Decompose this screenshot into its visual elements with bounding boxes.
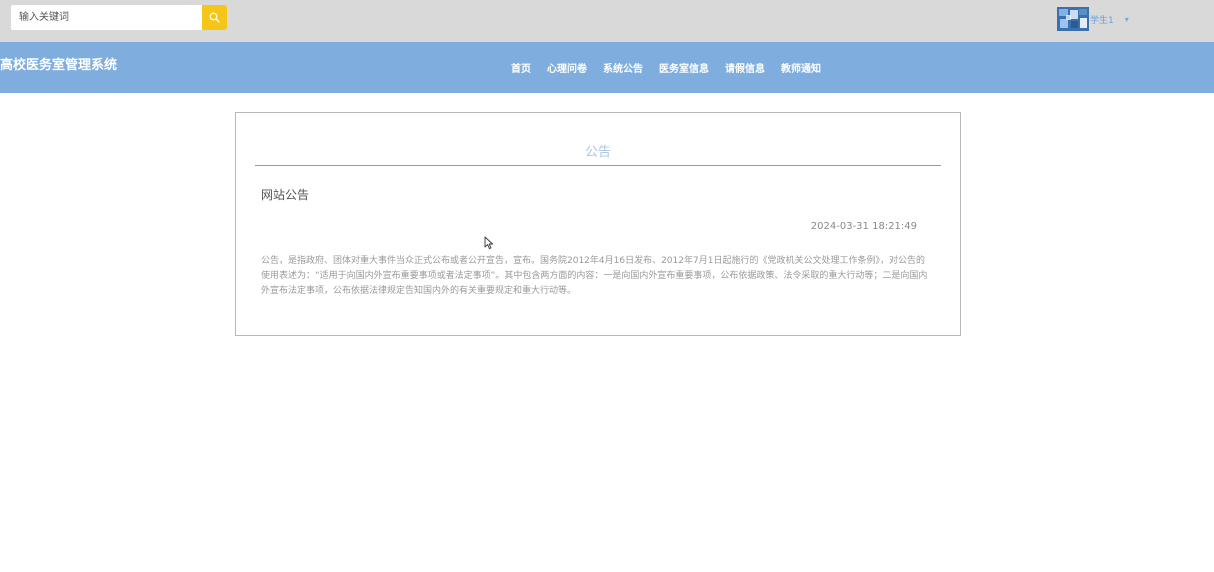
nav-item-home[interactable]: 首页 bbox=[511, 60, 531, 75]
nav-item-clinic-info[interactable]: 医务室信息 bbox=[659, 60, 709, 75]
top-bar: 学生1 ▾ bbox=[0, 0, 1214, 42]
search-button[interactable] bbox=[202, 5, 227, 30]
user-menu[interactable]: 学生1 ▾ bbox=[1057, 7, 1129, 31]
notice-timestamp: 2024-03-31 18:21:49 bbox=[810, 221, 917, 232]
notice-title: 网站公告 bbox=[261, 188, 310, 202]
site-title: 高校医务室管理系统 bbox=[0, 58, 118, 73]
nav-item-questionnaire[interactable]: 心理问卷 bbox=[547, 60, 587, 75]
caret-down-icon[interactable]: ▾ bbox=[1125, 15, 1129, 24]
mouse-cursor-icon bbox=[484, 236, 494, 250]
nav-item-teacher-notice[interactable]: 教师通知 bbox=[781, 60, 821, 75]
search-icon bbox=[209, 12, 220, 23]
nav-item-announcement[interactable]: 系统公告 bbox=[603, 60, 643, 75]
avatar[interactable] bbox=[1057, 7, 1089, 31]
search-input[interactable] bbox=[11, 5, 202, 30]
nav-item-leave-info[interactable]: 请假信息 bbox=[725, 60, 765, 75]
main-navbar: 高校医务室管理系统 首页 心理问卷 系统公告 医务室信息 请假信息 教师通知 bbox=[0, 42, 1214, 93]
notice-card: 公告 网站公告 2024-03-31 18:21:49 公告，是指政府、团体对重… bbox=[235, 112, 961, 336]
user-name[interactable]: 学生1 bbox=[1090, 13, 1114, 26]
divider bbox=[255, 165, 941, 166]
card-heading: 公告 bbox=[584, 145, 611, 160]
nav-menu: 首页 心理问卷 系统公告 医务室信息 请假信息 教师通知 bbox=[511, 60, 821, 75]
notice-body: 公告，是指政府、团体对重大事件当众正式公布或者公开宣告，宣布。国务院2012年4… bbox=[261, 256, 928, 296]
